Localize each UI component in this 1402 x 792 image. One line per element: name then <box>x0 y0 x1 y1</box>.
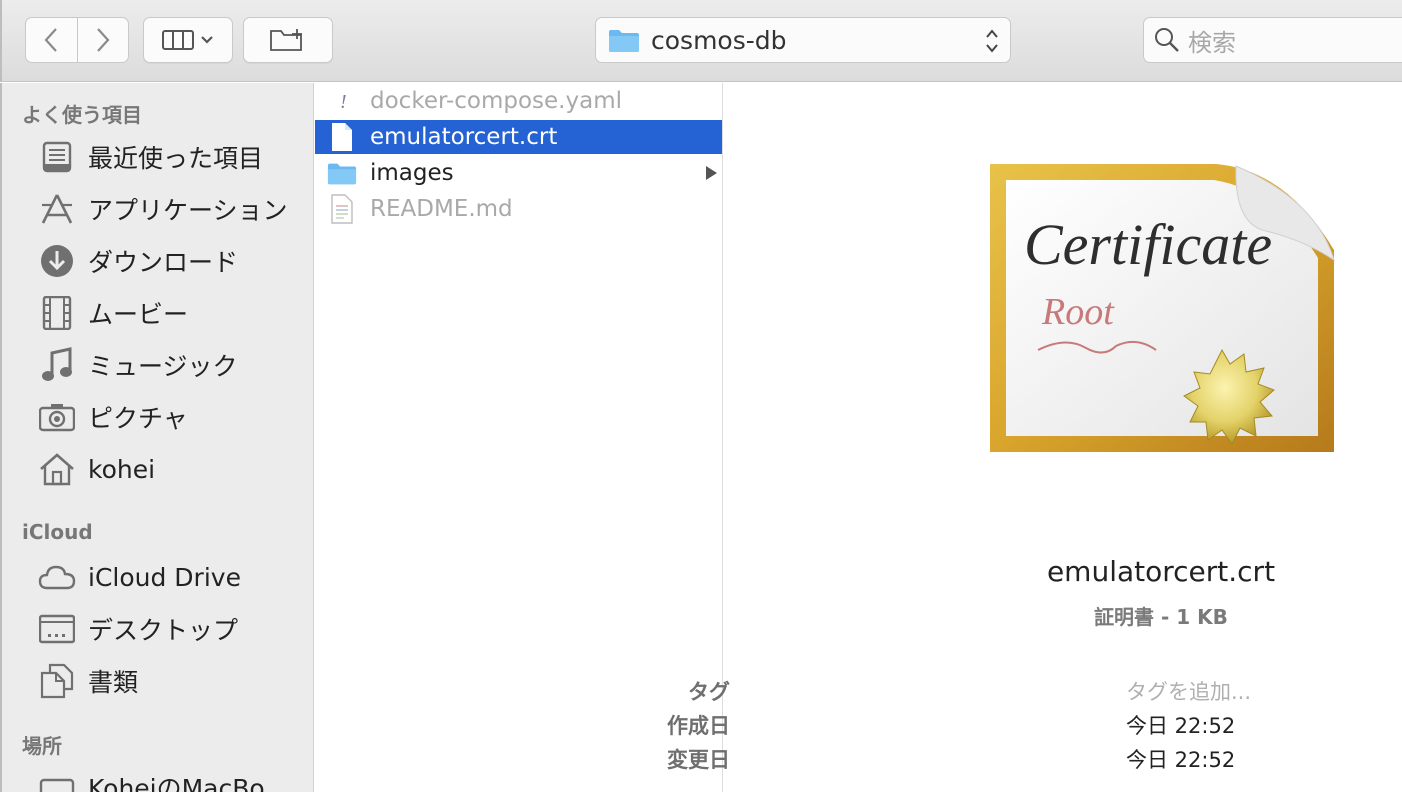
columns-view-icon <box>162 30 194 50</box>
preview-kind-size: 証明書 - 1 KB <box>1094 605 1228 629</box>
yaml-file-icon: ! <box>327 84 357 118</box>
sidebar-item-label: ピクチャ <box>88 404 188 433</box>
sidebar-item-label: kohei <box>88 454 156 484</box>
sidebar-item-desktop[interactable]: デスクトップ <box>36 609 306 649</box>
updown-arrows-icon <box>986 29 998 53</box>
sidebar-item-label: アプリケーション <box>88 196 288 225</box>
home-icon <box>36 449 78 489</box>
sidebar-item-label: 書類 <box>88 668 139 697</box>
folder-icon <box>327 156 357 190</box>
sidebar-item-home[interactable]: kohei <box>36 449 306 489</box>
chevron-down-icon <box>201 36 213 44</box>
sidebar-item-downloads[interactable]: ダウンロード <box>36 241 306 281</box>
sidebar-item-label: ミュージック <box>88 352 238 381</box>
created-value: 今日 22:52 <box>1126 714 1236 738</box>
sidebar-item-icloud-drive[interactable]: iCloud Drive <box>36 557 306 597</box>
document-icon <box>327 120 357 154</box>
file-name: docker-compose.yaml <box>370 88 622 114</box>
icloud-header: iCloud <box>22 520 93 544</box>
cloud-icon <box>36 557 78 597</box>
navigation-group <box>25 17 129 63</box>
documents-icon <box>36 661 78 701</box>
recents-icon <box>36 137 78 177</box>
cert-root-text: Root <box>1041 291 1115 333</box>
path-popup[interactable]: cosmos-db <box>595 17 1011 63</box>
file-name: emulatorcert.crt <box>370 124 558 150</box>
cert-title-text: Certificate <box>1024 212 1272 277</box>
disclosure-arrow-icon <box>706 166 717 180</box>
toolbar: cosmos-db 検索 <box>0 0 1402 82</box>
new-folder-button[interactable] <box>243 17 333 63</box>
file-row-selected[interactable]: emulatorcert.crt <box>315 120 722 154</box>
sidebar-item-label: 最近使った項目 <box>88 144 264 173</box>
favorites-header: よく使う項目 <box>22 103 142 127</box>
sidebar-item-label: iCloud Drive <box>88 562 241 592</box>
music-icon <box>36 345 78 385</box>
file-name: README.md <box>370 196 513 222</box>
sidebar: よく使う項目 最近使った項目 アプリケーション ダウンロード ムービー ミュージ… <box>0 83 314 792</box>
downloads-icon <box>36 241 78 281</box>
text-file-icon <box>327 192 357 226</box>
desktop-icon <box>36 609 78 649</box>
folder-icon <box>609 30 639 52</box>
certificate-icon: Certificate Root <box>990 164 1335 452</box>
chevron-left-icon <box>44 28 58 52</box>
modified-value: 今日 22:52 <box>1126 748 1236 772</box>
search-placeholder: 検索 <box>1188 28 1236 57</box>
back-button[interactable] <box>26 18 77 62</box>
search-field[interactable]: 検索 <box>1143 17 1402 63</box>
locations-header: 場所 <box>22 734 62 758</box>
sidebar-item-applications[interactable]: アプリケーション <box>36 189 306 229</box>
sidebar-item-label: KoheiのMacBo <box>88 774 265 792</box>
sidebar-item-pictures[interactable]: ピクチャ <box>36 397 306 437</box>
folder-row[interactable]: images <box>315 156 722 190</box>
sidebar-item-label: ダウンロード <box>88 248 239 277</box>
sidebar-item-documents[interactable]: 書類 <box>36 661 306 701</box>
new-folder-icon <box>270 29 302 51</box>
modified-label: 変更日 <box>667 748 730 772</box>
sidebar-item-recents[interactable]: 最近使った項目 <box>36 137 306 177</box>
tags-label: タグ <box>688 680 730 704</box>
file-name: images <box>370 160 454 186</box>
svg-text:!: ! <box>340 91 347 113</box>
preview-file-name: emulatorcert.crt <box>1046 555 1276 588</box>
tags-field[interactable]: タグを追加... <box>1126 676 1251 706</box>
sidebar-item-computer[interactable]: KoheiのMacBo <box>36 767 306 792</box>
sidebar-item-movies[interactable]: ムービー <box>36 293 306 333</box>
camera-icon <box>36 397 78 437</box>
applications-icon <box>36 189 78 229</box>
computer-icon <box>36 767 78 792</box>
forward-button[interactable] <box>76 18 129 62</box>
created-label: 作成日 <box>667 714 730 738</box>
view-mode-button[interactable] <box>143 17 233 63</box>
path-label: cosmos-db <box>651 25 787 55</box>
file-row[interactable]: README.md <box>315 192 722 226</box>
file-row[interactable]: ! docker-compose.yaml <box>315 84 722 118</box>
sidebar-item-label: デスクトップ <box>88 616 239 645</box>
sidebar-item-music[interactable]: ミュージック <box>36 345 306 385</box>
preview-pane: Certificate Root emulatorcert.crt 証明書 - … <box>667 83 1402 792</box>
sidebar-item-label: ムービー <box>88 300 189 329</box>
movies-icon <box>36 293 78 333</box>
search-icon <box>1155 28 1179 52</box>
chevron-right-icon <box>96 28 110 52</box>
